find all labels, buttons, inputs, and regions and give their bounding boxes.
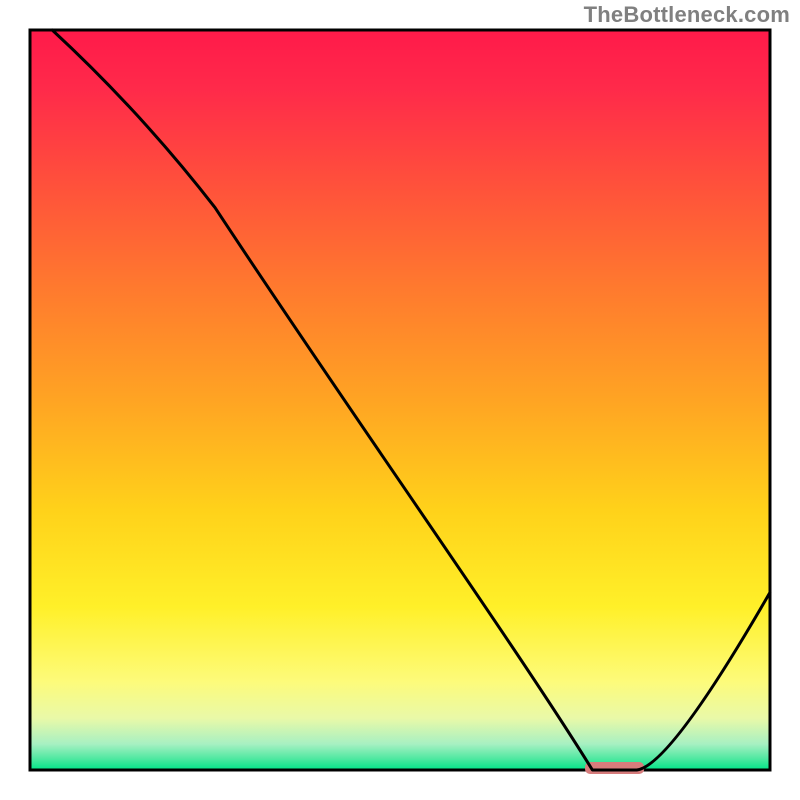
watermark-text: TheBottleneck.com (584, 2, 790, 28)
plot-background (30, 30, 770, 770)
chart-svg (0, 0, 800, 800)
marker-bar (585, 762, 644, 774)
chart-container: TheBottleneck.com (0, 0, 800, 800)
